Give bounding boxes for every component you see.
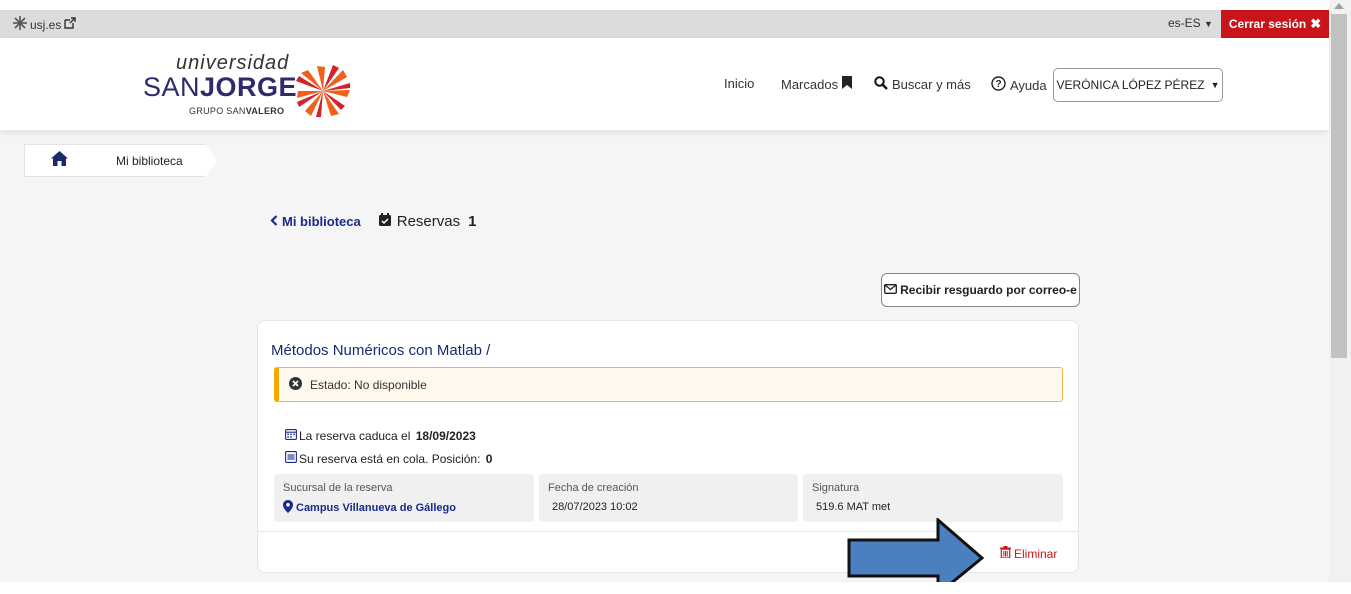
nav-search-label: Buscar y más <box>892 77 971 92</box>
nav-bookmarks[interactable]: Marcados <box>781 76 853 92</box>
email-receipt-label: Recibir resguardo por correo-e <box>900 283 1077 297</box>
nav-help[interactable]: ? Ayuda <box>991 76 1047 94</box>
back-to-library-label: Mi biblioteca <box>282 214 361 229</box>
breadcrumb: Mi biblioteca <box>24 144 217 178</box>
nav-home-label: Inicio <box>724 76 755 91</box>
site-link[interactable]: usj.es <box>13 16 77 33</box>
expiry-date: 18/09/2023 <box>415 428 476 443</box>
times-circle-icon <box>289 376 302 393</box>
created-value: 28/07/2023 10:02 <box>552 501 638 513</box>
delete-button[interactable]: Eliminar <box>1000 546 1057 561</box>
chevron-left-icon <box>270 214 278 229</box>
logo-line-2: SANJORGE <box>143 72 298 102</box>
envelope-icon <box>884 283 898 297</box>
created-label: Fecha de creación <box>548 482 639 494</box>
site-link-label: usj.es <box>30 17 62 32</box>
language-label: es-ES <box>1168 16 1201 30</box>
star-logo-icon <box>296 65 350 117</box>
delete-label: Eliminar <box>1014 546 1058 561</box>
logout-button[interactable]: Cerrar sesión ✖ <box>1221 10 1329 38</box>
university-logo[interactable]: universidad SANJORGE GRUPO SANVALERO <box>143 52 358 118</box>
branch-label: Sucursal de la reserva <box>283 482 393 494</box>
logout-label: Cerrar sesión <box>1228 17 1307 31</box>
breadcrumb-my-library[interactable]: Mi biblioteca <box>94 144 217 178</box>
expiry-info: La reserva caduca el 18/09/2023 <box>285 428 476 443</box>
list-icon <box>285 451 297 466</box>
reservation-title[interactable]: Métodos Numéricos con Matlab / <box>271 342 490 359</box>
external-link-icon <box>64 17 77 32</box>
scroll-up-arrow-icon[interactable] <box>1334 3 1344 9</box>
browser-viewport: usj.es es-ES ▼ Cerrar sesión ✖ universid… <box>0 10 1329 582</box>
callnumber-label: Signatura <box>812 482 860 494</box>
branch-link[interactable]: Campus Villanueva de Gállego <box>283 500 525 516</box>
reservations-count: 1 <box>468 213 477 230</box>
search-icon <box>874 76 888 93</box>
branch-field: Sucursal de la reserva Campus Villanueva… <box>274 474 534 522</box>
site-header: universidad SANJORGE GRUPO SANVALERO Ini… <box>0 38 1329 130</box>
home-icon <box>51 150 68 171</box>
user-name: VERÓNICA LÓPEZ PÉREZ <box>1056 78 1205 92</box>
user-menu-button[interactable]: VERÓNICA LÓPEZ PÉREZ ▼ <box>1053 68 1223 102</box>
close-icon: ✖ <box>1310 16 1322 31</box>
logo-line-3: GRUPO SANVALERO <box>189 106 285 116</box>
caret-down-icon: ▼ <box>1204 19 1213 29</box>
breadcrumb-home[interactable] <box>24 144 94 177</box>
queue-prefix: Su reserva está en cola. Posición: <box>299 451 484 466</box>
queue-position: 0 <box>485 451 493 466</box>
nav-search[interactable]: Buscar y más <box>874 76 971 93</box>
callnumber-field: Signatura 519.6 MAT met <box>803 474 1063 522</box>
expiry-prefix: La reserva caduca el <box>299 428 414 443</box>
help-icon: ? <box>991 76 1006 94</box>
bookmark-icon <box>842 76 853 92</box>
reservations-heading: Reservas <box>378 213 461 230</box>
queue-info: Su reserva está en cola. Posición: 0 <box>285 451 492 466</box>
nav-bookmarks-label: Marcados <box>781 76 839 92</box>
annotation-arrow-icon <box>847 518 985 582</box>
created-field: Fecha de creación 28/07/2023 10:02 <box>539 474 798 522</box>
reservations-title: Reservas <box>396 213 461 230</box>
nav-home[interactable]: Inicio <box>724 76 754 91</box>
trash-icon <box>1000 546 1011 561</box>
language-selector[interactable]: es-ES ▼ <box>1168 16 1213 30</box>
screenshot-frame: usj.es es-ES ▼ Cerrar sesión ✖ universid… <box>0 0 1351 594</box>
back-to-library-link[interactable]: Mi biblioteca <box>270 214 361 229</box>
top-bar: usj.es es-ES ▼ Cerrar sesión ✖ <box>0 10 1329 38</box>
status-alert: Estado: No disponible <box>274 367 1063 402</box>
status-text: Estado: No disponible <box>310 377 427 392</box>
map-marker-icon <box>283 500 293 516</box>
vertical-scrollbar[interactable] <box>1329 0 1351 582</box>
email-receipt-button[interactable]: Recibir resguardo por correo-e <box>881 273 1080 307</box>
svg-text:?: ? <box>995 79 1001 90</box>
caret-down-icon: ▼ <box>1210 80 1220 90</box>
callnumber-value: 519.6 MAT met <box>816 501 891 513</box>
breadcrumb-my-library-label: Mi biblioteca <box>116 153 183 168</box>
section-header: Mi biblioteca Reservas 1 <box>270 213 476 230</box>
branch-value: Campus Villanueva de Gállego <box>296 502 456 514</box>
asterisk-logo-icon <box>13 16 27 33</box>
scrollbar-thumb[interactable] <box>1331 14 1347 358</box>
nav-help-label: Ayuda <box>1010 77 1047 93</box>
calendar-icon <box>285 428 297 443</box>
calendar-check-icon <box>378 213 391 230</box>
